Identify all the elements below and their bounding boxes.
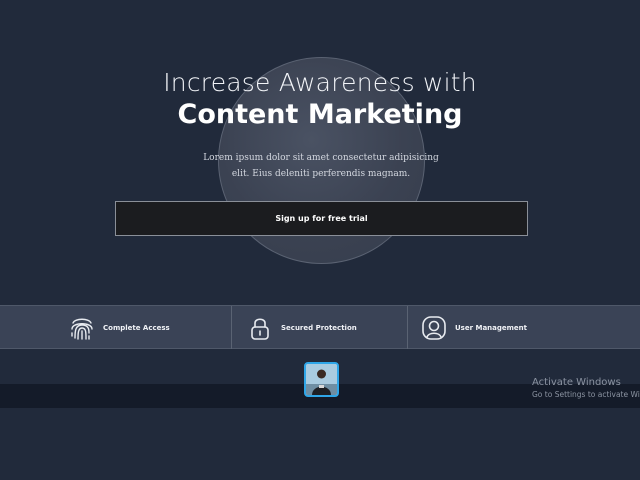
- feature-secured-protection: Secured Protection: [231, 306, 407, 349]
- signup-button[interactable]: Sign up for free trial: [115, 201, 528, 236]
- user-badge-icon: [420, 314, 448, 342]
- feature-label: Secured Protection: [281, 323, 357, 332]
- feature-label: User Management: [455, 323, 528, 332]
- hero-title: Increase Awareness with: [163, 68, 477, 97]
- watermark-title: Activate Windows: [532, 377, 621, 388]
- fingerprint-icon: [68, 314, 96, 342]
- hero-description: Lorem ipsum dolor sit amet consectetur a…: [203, 153, 439, 179]
- person-photo-icon: [306, 364, 337, 395]
- page: Increase Awareness with Content Marketin…: [0, 0, 640, 480]
- lock-icon: [246, 314, 274, 342]
- taskbar-app-button[interactable]: [304, 362, 339, 397]
- watermark-subtitle: Go to Settings to activate Windows.: [532, 390, 640, 399]
- feature-user-management: User Management: [407, 306, 640, 349]
- signup-button-label: Sign up for free trial: [275, 214, 368, 223]
- features-bar: Complete Access Secured Protection User …: [0, 305, 640, 349]
- feature-label: Complete Access: [103, 323, 170, 332]
- feature-complete-access: Complete Access: [0, 306, 231, 349]
- hero-title-bold: Content Marketing: [177, 99, 463, 130]
- activate-windows-watermark: Activate Windows Go to Settings to activ…: [532, 376, 640, 401]
